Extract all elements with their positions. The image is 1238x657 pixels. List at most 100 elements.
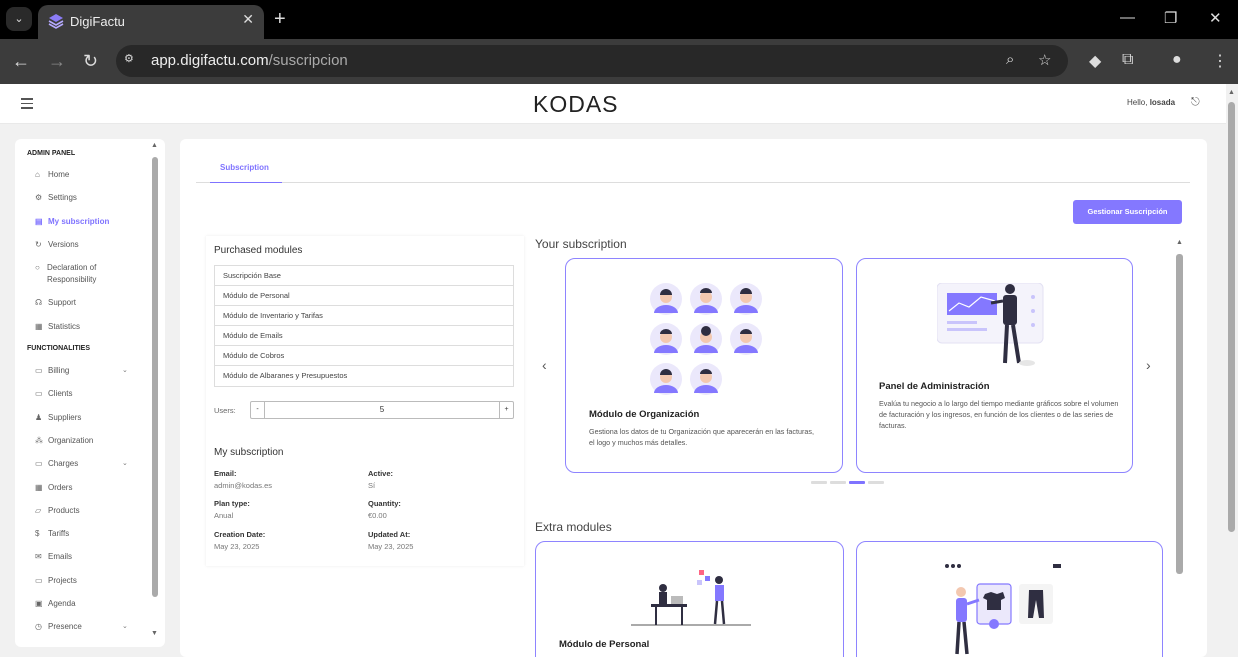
sidebar-item-clients[interactable]: ▭ Clients xyxy=(35,388,135,400)
tab-subscription[interactable]: Subscription xyxy=(210,163,282,183)
sidebar-item-statistics[interactable]: ▦ Statistics xyxy=(35,321,135,333)
sidebar-item-orders[interactable]: ▦ Orders xyxy=(35,482,135,494)
sidebar-scroll-down-icon[interactable]: ▼ xyxy=(151,630,158,637)
tab-bar: Subscription xyxy=(196,139,1190,183)
team-avatars-illustration xyxy=(650,283,762,395)
clock-icon: ◷ xyxy=(35,622,42,632)
sidebar-item-versions[interactable]: ↻ Versions xyxy=(35,239,135,251)
sidebar-item-settings[interactable]: ⚙ Settings xyxy=(35,192,135,204)
sidebar-item-charges[interactable]: ▭ Charges ⌄ xyxy=(35,458,135,470)
users-input[interactable]: 5 xyxy=(265,402,499,418)
decrement-button[interactable]: - xyxy=(251,402,265,418)
logout-icon[interactable]: ⎋ xyxy=(1191,96,1200,109)
carousel-prev-icon[interactable]: ‹ xyxy=(542,357,547,373)
field-quantity: Quantity: €0.00 xyxy=(368,499,401,520)
your-subscription-title: Your subscription xyxy=(535,237,627,251)
site-settings-icon[interactable]: ⚙ xyxy=(124,52,142,70)
browser-menu-icon[interactable]: ⋮ xyxy=(1212,51,1228,71)
sidebar-item-label: Orders xyxy=(48,482,73,492)
extensions-puzzle-icon[interactable]: ⧉ xyxy=(1122,51,1133,69)
list-item: Módulo de Emails xyxy=(215,326,513,346)
document-icon: ▤ xyxy=(35,216,43,226)
users-stepper: - 5 + xyxy=(250,401,514,419)
extra-module-card-personal[interactable]: Módulo de Personal xyxy=(535,541,844,657)
sidebar-item-label: Organization xyxy=(48,435,94,445)
sidebar-item-label: Agenda xyxy=(48,599,76,608)
sidebar-item-projects[interactable]: ▭ Projects xyxy=(35,575,135,587)
sidebar-item-products[interactable]: ▱ Products xyxy=(35,505,135,517)
chevron-down-icon[interactable]: ⌄ xyxy=(122,621,128,633)
field-plan-type: Plan type: Anual xyxy=(214,499,250,520)
carousel-next-icon[interactable]: › xyxy=(1146,357,1151,373)
module-card-admin-panel[interactable]: Panel de Administración Evalúa tu negoci… xyxy=(856,258,1133,473)
address-bar[interactable]: ⚙ app.digifactu.com/suscripcion ⌕ ☆ xyxy=(116,45,1068,77)
list-item: Módulo de Personal xyxy=(215,286,513,306)
hamburger-menu-icon[interactable] xyxy=(21,98,33,109)
restore-icon[interactable]: ❐ xyxy=(1164,9,1177,27)
product-catalog-illustration xyxy=(945,564,1061,655)
purchased-modules-panel: Purchased modules Suscripción Base Módul… xyxy=(206,236,524,566)
sidebar-item-label: Emails xyxy=(48,552,73,562)
sidebar-item-label: Billing xyxy=(48,366,70,375)
sidebar-item-presence[interactable]: ◷ Presence ⌄ xyxy=(35,621,135,633)
digifactu-favicon-icon xyxy=(48,14,64,29)
extension-icon[interactable]: ◆ xyxy=(1089,51,1101,71)
carousel-indicators xyxy=(811,481,884,484)
content-scrollbar[interactable]: ▲ xyxy=(1176,239,1184,657)
increment-button[interactable]: + xyxy=(499,402,513,418)
bookmark-star-icon[interactable]: ☆ xyxy=(1038,51,1051,69)
chevron-down-icon[interactable]: ⌄ xyxy=(122,458,128,470)
field-active: Active: Sí xyxy=(368,469,394,490)
module-list: Suscripción Base Módulo de Personal Módu… xyxy=(214,265,514,387)
id-card-icon: ▭ xyxy=(35,389,43,399)
field-updated-at: Updated At: May 23, 2025 xyxy=(368,530,414,551)
sidebar-item-organization[interactable]: ⁂ Organization xyxy=(35,435,135,447)
carousel-dot[interactable] xyxy=(868,481,884,484)
module-card-organization[interactable]: Módulo de Organización Gestiona los dato… xyxy=(565,258,843,473)
sidebar-item-declaration-of-responsibility[interactable]: ○ Declaration of Responsibility xyxy=(35,262,135,286)
sidebar-item-label: Versions xyxy=(48,239,79,249)
sidebar-item-label: Products xyxy=(48,505,80,515)
extra-module-card-products[interactable] xyxy=(856,541,1163,657)
sidebar-item-label: Suppliers xyxy=(48,412,82,422)
sidebar-item-support[interactable]: ☊ Support xyxy=(35,297,135,309)
reload-icon[interactable]: ↻ xyxy=(83,51,98,71)
window-close-icon[interactable]: ✕ xyxy=(1209,9,1222,27)
sidebar-item-suppliers[interactable]: ♟ Suppliers xyxy=(35,412,135,424)
sidebar: ADMIN PANEL ⌂ Home ⚙ Settings ▤ My subscripti… xyxy=(15,139,165,647)
mail-icon: ✉ xyxy=(35,552,42,562)
sidebar-item-emails[interactable]: ✉ Emails xyxy=(35,551,135,563)
tab-search-button[interactable]: ⌄ xyxy=(6,7,32,31)
minimize-icon[interactable]: — xyxy=(1120,9,1135,26)
profile-avatar-icon[interactable]: ● xyxy=(1172,51,1182,69)
credit-card-icon: ▭ xyxy=(35,459,43,469)
sidebar-item-home[interactable]: ⌂ Home xyxy=(35,169,135,181)
sidebar-item-agenda[interactable]: ▣ Agenda xyxy=(35,598,135,610)
sidebar-item-tariffs[interactable]: $ Tariffs xyxy=(35,528,135,540)
new-tab-button[interactable]: + xyxy=(274,8,286,31)
list-item: Suscripción Base xyxy=(215,266,513,286)
sidebar-item-billing[interactable]: ▭ Billing ⌄ xyxy=(35,365,135,377)
carousel-dot[interactable] xyxy=(811,481,827,484)
sidebar-scrollbar-thumb[interactable] xyxy=(152,157,158,597)
sidebar-item-label: My subscription xyxy=(48,216,110,226)
sidebar-scroll-up-icon[interactable]: ▲ xyxy=(151,142,158,149)
back-icon[interactable]: ← xyxy=(12,51,30,71)
url-text: app.digifactu.com/suscripcion xyxy=(151,52,348,69)
close-tab-icon[interactable]: ✕ xyxy=(242,11,254,28)
main-panel: Subscription Gestionar Suscripción Purch… xyxy=(180,139,1207,657)
forward-icon[interactable]: → xyxy=(48,51,66,71)
carousel-dot[interactable] xyxy=(830,481,846,484)
lightbulb-icon: ○ xyxy=(35,263,40,273)
sidebar-item-my-subscription[interactable]: ▤ My subscription xyxy=(35,216,135,228)
headset-icon: ☊ xyxy=(35,298,43,308)
carousel-dot[interactable] xyxy=(849,481,865,484)
zoom-icon[interactable]: ⌕ xyxy=(1006,51,1014,68)
page-scrollbar[interactable]: ▲ xyxy=(1226,84,1238,657)
manage-subscription-button[interactable]: Gestionar Suscripción xyxy=(1073,200,1182,224)
tab-title: DigiFactu xyxy=(70,14,125,29)
card-description: Evalúa tu negocio a lo largo del tiempo … xyxy=(879,399,1119,430)
calendar-icon: ▣ xyxy=(35,599,43,608)
browser-tab[interactable]: DigiFactu ✕ xyxy=(38,5,264,39)
chevron-down-icon[interactable]: ⌄ xyxy=(122,365,128,377)
